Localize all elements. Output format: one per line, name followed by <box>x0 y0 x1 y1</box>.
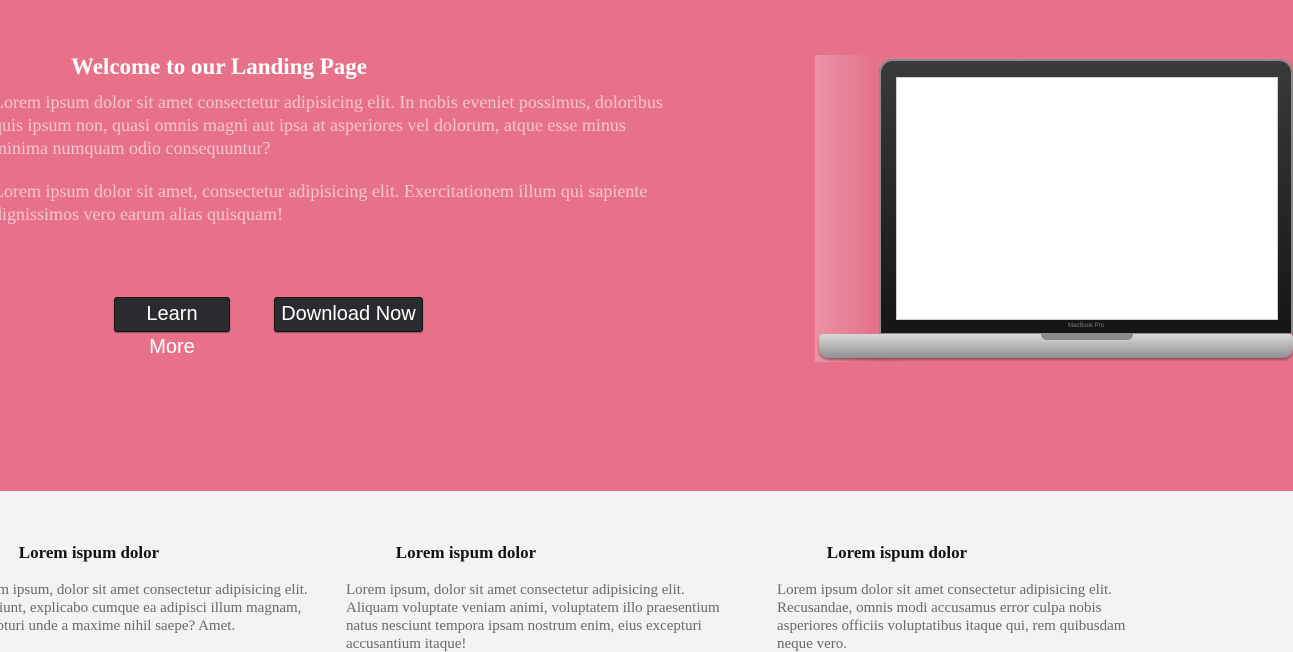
features-section: Lorem ispum dolor Lorem ipsum, dolor sit… <box>0 491 1293 652</box>
feature-text: Lorem ipsum dolor sit amet consectetur a… <box>777 582 1126 652</box>
hero-section: Welcome to our Landing Page Lorem ipsum … <box>0 0 1293 491</box>
feature-title: Lorem ispum dolor <box>826 543 968 562</box>
laptop-brand-text: MacBook Pro <box>1067 323 1104 329</box>
hero-title: Welcome to our Landing Page <box>70 54 367 79</box>
laptop-notch <box>1041 334 1133 340</box>
download-now-button[interactable]: Download Now <box>274 297 423 332</box>
feature-title: Lorem ispum dolor <box>18 543 160 562</box>
laptop-screen <box>897 78 1277 319</box>
feature-text: Lorem ipsum, dolor sit amet consectetur … <box>0 582 308 634</box>
hero-paragraph-1: Lorem ipsum dolor sit amet consectetur a… <box>0 92 663 158</box>
laptop-base <box>819 334 1293 358</box>
laptop-lid: MacBook Pro <box>879 59 1293 335</box>
laptop-image: MacBook Pro <box>815 55 1293 365</box>
feature-text: Lorem ipsum, dolor sit amet consectetur … <box>346 582 720 652</box>
feature-title: Lorem ispum dolor <box>395 543 537 562</box>
learn-more-button[interactable]: Learn More <box>114 297 230 358</box>
hero-paragraph-2: Lorem ipsum dolor sit amet, consectetur … <box>0 181 648 224</box>
